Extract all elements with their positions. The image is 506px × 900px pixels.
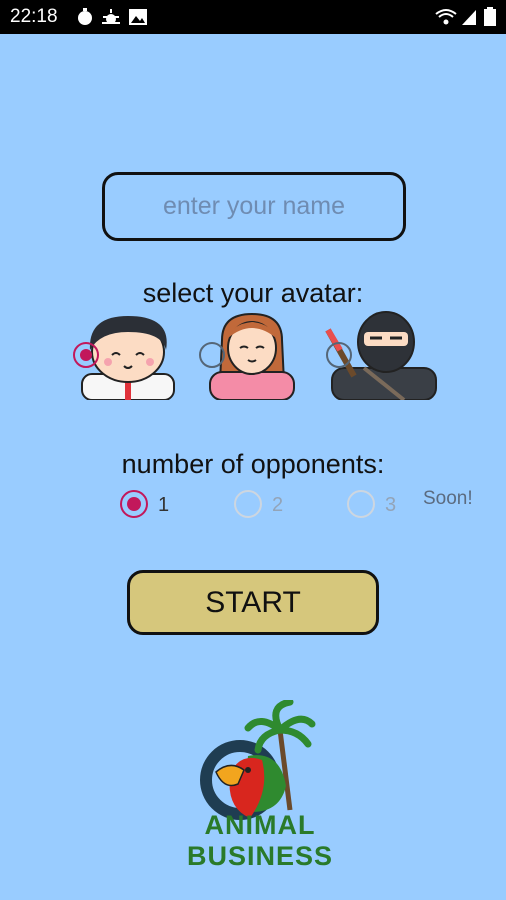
signal-icon — [462, 10, 476, 25]
opponent-option-3-label: 3 — [385, 494, 397, 516]
avatar-radio-ninja[interactable] — [326, 342, 352, 368]
opponent-radio-2 — [234, 490, 262, 518]
opponent-radio-1[interactable] — [120, 490, 148, 518]
logo-text: ANIMAL BUSINESS — [186, 810, 334, 871]
wifi-icon — [435, 9, 457, 25]
weather-icon — [102, 9, 120, 24]
avatar-label: select your avatar: — [142, 278, 364, 308]
name-input[interactable] — [105, 175, 403, 238]
opponent-radio-3 — [347, 490, 375, 518]
logo-graphic — [200, 698, 316, 820]
opponents-label: number of opponents: — [121, 449, 385, 479]
avatar-radio-girl[interactable] — [199, 342, 225, 368]
timer-icon — [78, 8, 92, 25]
name-field[interactable] — [102, 172, 406, 241]
opponent-option-1-label: 1 — [158, 494, 170, 516]
image-icon — [129, 9, 147, 25]
start-button[interactable]: START — [127, 570, 379, 635]
status-bar: 22:18 — [0, 0, 506, 34]
avatar-radio-boy-dot — [80, 349, 92, 361]
status-time: 22:18 — [10, 6, 58, 27]
opponent-option-2-label: 2 — [272, 494, 284, 516]
battery-icon — [484, 7, 496, 26]
animal-business-logo: ANIMAL BUSINESS — [140, 698, 380, 871]
soon-note: Soon! — [423, 488, 473, 509]
